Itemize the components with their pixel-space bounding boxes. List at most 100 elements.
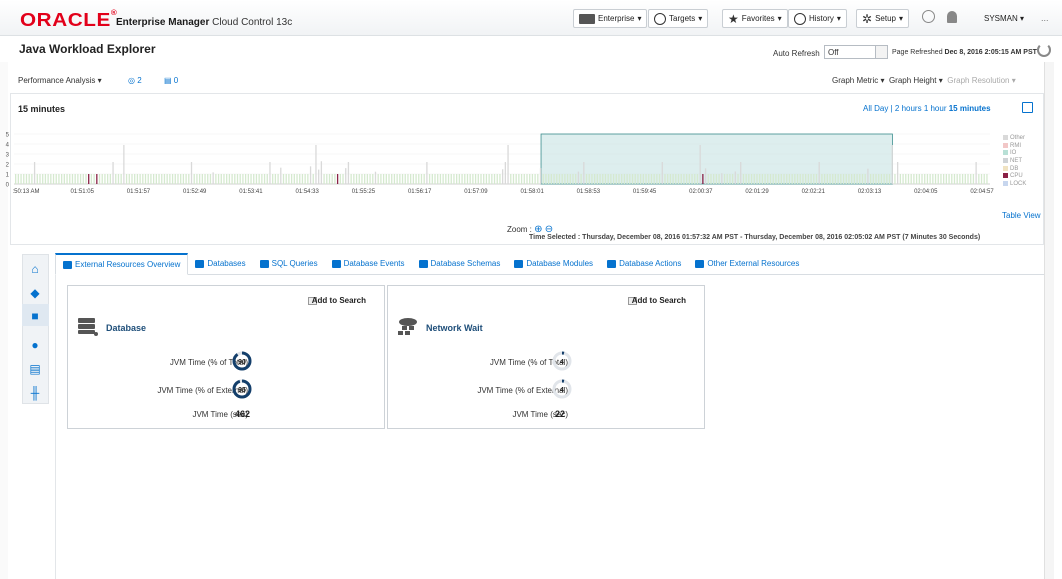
graph-metric-menu[interactable]: Graph Metric ▾	[832, 76, 884, 85]
chart-bar	[721, 173, 723, 184]
tab-other-external-resources[interactable]: Other External Resources	[688, 253, 806, 274]
table-view-link[interactable]: Table View	[1002, 211, 1041, 220]
chart-bar	[188, 174, 190, 184]
chart-bar	[290, 174, 293, 184]
calendar-icon[interactable]	[1022, 102, 1033, 113]
targets-menu[interactable]: Targets ▾	[648, 9, 709, 28]
chart-bar	[626, 174, 628, 184]
chart-bar	[777, 174, 780, 184]
chart-bar	[198, 174, 201, 184]
external-resources-icon[interactable]: ■	[28, 309, 42, 323]
tab-label: Database Modules	[526, 259, 594, 268]
chart-bar	[442, 174, 444, 184]
chart-bar	[445, 174, 447, 184]
chart-bar	[177, 174, 179, 184]
tab-database-actions[interactable]: Database Actions	[600, 253, 688, 274]
stop-icon[interactable]: ●	[28, 338, 42, 352]
chart-bar	[615, 174, 617, 184]
chart-bar	[353, 174, 355, 184]
chart-bar	[664, 174, 666, 184]
x-tick-label: 01:59:45	[633, 189, 657, 195]
graph-height-menu[interactable]: Graph Height ▾	[889, 76, 943, 85]
chart-bar	[834, 174, 837, 184]
page-scrollbar[interactable]	[1044, 62, 1054, 579]
chart-bar	[542, 174, 544, 184]
bell-icon[interactable]	[947, 11, 957, 23]
tab-label: External Resources Overview	[75, 260, 181, 269]
performance-analysis-menu[interactable]: Performance Analysis ▾	[18, 76, 102, 85]
add-target-icon[interactable]: ◆	[28, 286, 42, 300]
x-tick-label: 01:58:01	[520, 189, 544, 195]
chart-bar	[231, 174, 233, 184]
chart-bar	[585, 174, 588, 184]
chart-bar	[575, 174, 577, 184]
chart-bar	[393, 174, 396, 184]
period-1-hour[interactable]: 1 hour	[924, 104, 947, 113]
chart-bar	[772, 174, 774, 184]
chart-bar	[642, 174, 644, 184]
chart-bar	[910, 174, 912, 184]
chart-bar	[786, 174, 788, 184]
chart-bar	[978, 174, 980, 184]
chart-bar	[74, 174, 76, 184]
tab-database-schemas[interactable]: Database Schemas	[412, 253, 508, 274]
tab-database-modules[interactable]: Database Modules	[507, 253, 600, 274]
search-icon[interactable]	[922, 10, 935, 23]
setup-menu[interactable]: ✲ Setup ▾	[856, 9, 909, 28]
period-all[interactable]: All	[863, 104, 872, 113]
auto-refresh-select[interactable]: Off	[824, 45, 888, 59]
chart-bar	[677, 174, 680, 184]
chart-bar	[166, 174, 168, 184]
user-menu[interactable]: SYSMAN ▾	[984, 14, 1024, 23]
chart-bar	[915, 174, 918, 184]
chart-bar	[104, 174, 106, 184]
incidents-count[interactable]: ◎ 2	[128, 76, 142, 85]
chart-bar	[350, 174, 352, 184]
tab-database-events[interactable]: Database Events	[325, 253, 412, 274]
document-icon[interactable]: ▤	[28, 362, 42, 376]
period-selector: All Day | 2 hours 1 hour 15 minutes	[863, 104, 991, 113]
chart-bar	[36, 174, 38, 184]
chart-bar	[263, 174, 266, 184]
enterprise-menu[interactable]: Enterprise ▾	[573, 9, 648, 28]
card-name: Network Wait	[426, 323, 483, 333]
home-icon[interactable]: ⌂	[28, 262, 42, 276]
chart-bar	[15, 174, 17, 184]
chart-bar	[964, 174, 966, 184]
chart-bar	[967, 174, 969, 184]
legend-item-cpu: CPU	[1003, 173, 1026, 181]
chart-bar	[79, 174, 82, 184]
period-2-hours[interactable]: 2 hours	[895, 104, 922, 113]
chart-bar	[980, 174, 983, 184]
messages-count[interactable]: ▤ 0	[164, 76, 178, 85]
tab-databases[interactable]: Databases	[188, 253, 252, 274]
chart-bar	[125, 174, 128, 184]
favorites-menu[interactable]: ★ Favorites ▾	[722, 9, 788, 28]
tab-label: Databases	[207, 259, 246, 268]
period-15-minutes[interactable]: 15 minutes	[949, 104, 991, 113]
timeline-chart[interactable]: 0 1 2 3 4 5:50:13 AM 01:51:05 01:51:57 01:52:49 0…	[0, 128, 1062, 196]
add-to-search-link[interactable]: Add to Search	[632, 296, 686, 305]
chart-bar	[878, 174, 880, 184]
add-to-search-link[interactable]: Add to Search	[312, 296, 366, 305]
chart-bar	[645, 174, 647, 184]
chart-bar	[215, 174, 217, 184]
chart-bar	[937, 174, 939, 184]
chart-bar	[123, 145, 125, 184]
chart-bar	[907, 174, 910, 184]
refresh-icon[interactable]	[1037, 43, 1051, 57]
chart-bar	[428, 174, 431, 184]
more-menu[interactable]: ...	[1041, 13, 1049, 23]
chart-bar	[805, 174, 807, 184]
tab-external-resources-overview[interactable]: External Resources Overview	[55, 253, 189, 275]
period-day[interactable]: Day	[874, 104, 888, 113]
settings-sliders-icon[interactable]: ╫	[28, 386, 42, 400]
chart-bar	[169, 174, 171, 184]
card-name: Database	[106, 323, 147, 333]
chart-bar	[280, 167, 282, 184]
history-menu[interactable]: History ▾	[788, 9, 847, 28]
chart-bar	[840, 174, 842, 184]
chart-bar	[810, 174, 812, 184]
tab-sql-queries[interactable]: SQL Queries	[253, 253, 325, 274]
chart-bar	[293, 174, 295, 184]
